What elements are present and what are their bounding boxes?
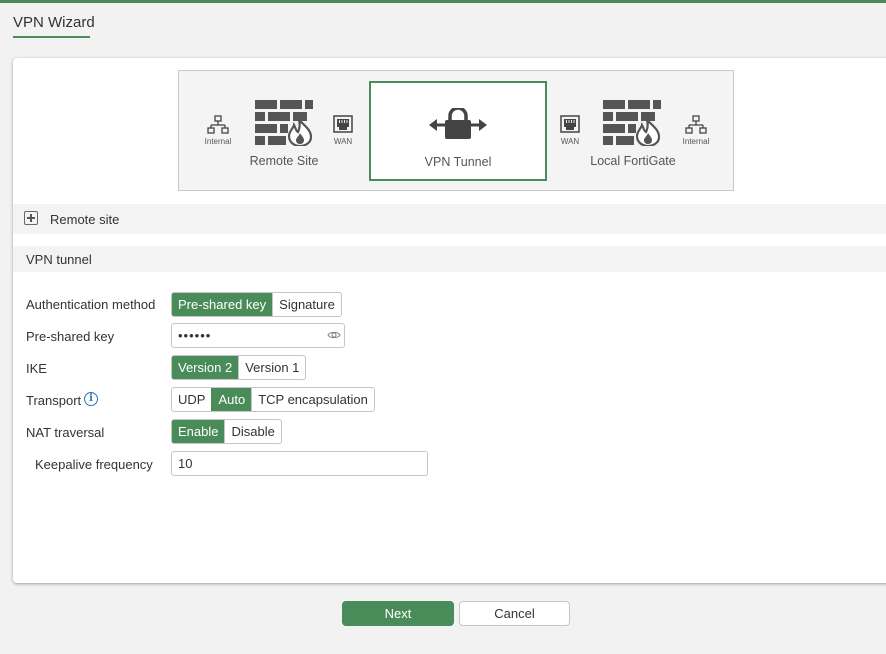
- nat-toggle: Enable Disable: [171, 419, 282, 444]
- psk-value: ••••••: [178, 328, 212, 343]
- vpn-tunnel-label: VPN Tunnel: [424, 155, 492, 169]
- auth-option-preshared[interactable]: Pre-shared key: [172, 293, 273, 316]
- firewall-icon: [603, 100, 661, 146]
- wan-label-right: WAN: [560, 137, 580, 146]
- title-underline: [13, 36, 90, 38]
- transport-toggle: UDP Auto TCP encapsulation: [171, 387, 375, 412]
- page-title: VPN Wizard: [13, 14, 95, 31]
- transport-option-tcp[interactable]: TCP encapsulation: [251, 388, 374, 411]
- remote-site-section-header[interactable]: [13, 204, 886, 234]
- ike-label: IKE: [26, 361, 47, 376]
- internal-label-right: Internal: [682, 137, 710, 146]
- auth-option-signature[interactable]: Signature: [272, 293, 341, 316]
- psk-label: Pre-shared key: [26, 329, 115, 344]
- vpn-tunnel-section-header: [13, 246, 886, 272]
- remote-site-label: Remote Site: [249, 154, 319, 168]
- keepalive-label: Keepalive frequency: [35, 457, 153, 472]
- transport-label: Transport: [26, 393, 82, 408]
- vpn-tunnel-node[interactable]: VPN Tunnel: [369, 81, 547, 181]
- lock-icon: [429, 108, 487, 139]
- info-icon[interactable]: i: [84, 392, 98, 406]
- auth-method-label: Authentication method: [26, 297, 156, 312]
- keepalive-input[interactable]: 10: [171, 451, 428, 476]
- internal-label-left: Internal: [204, 137, 232, 146]
- psk-input[interactable]: ••••••: [171, 323, 345, 348]
- keepalive-value: 10: [178, 456, 193, 471]
- nat-option-enable[interactable]: Enable: [172, 420, 225, 443]
- eye-icon[interactable]: [327, 330, 341, 340]
- network-icon: [207, 115, 229, 134]
- wan-label-left: WAN: [333, 137, 353, 146]
- next-button[interactable]: Next: [342, 601, 454, 626]
- vpn-tunnel-section-label: VPN tunnel: [26, 252, 92, 267]
- top-accent-bar: [0, 0, 886, 3]
- network-icon: [685, 115, 707, 134]
- nat-option-disable[interactable]: Disable: [224, 420, 280, 443]
- transport-option-auto[interactable]: Auto: [211, 388, 252, 411]
- wan-port-icon: [560, 115, 580, 133]
- remote-site-section-label: Remote site: [50, 212, 120, 227]
- ike-toggle: Version 2 Version 1: [171, 355, 307, 380]
- wan-port-icon: [333, 115, 353, 133]
- transport-option-udp[interactable]: UDP: [172, 388, 211, 411]
- auth-method-toggle: Pre-shared key Signature: [171, 292, 342, 317]
- local-fortigate-label: Local FortiGate: [590, 154, 676, 168]
- firewall-icon: [255, 100, 313, 146]
- ike-option-v2[interactable]: Version 2: [172, 356, 239, 379]
- topology-diagram: Internal Remote Site WAN VPN Tunnel WAN …: [178, 70, 734, 191]
- plus-icon[interactable]: [24, 211, 38, 225]
- nat-label: NAT traversal: [26, 425, 105, 440]
- cancel-button[interactable]: Cancel: [459, 601, 570, 626]
- ike-option-v1[interactable]: Version 1: [238, 356, 305, 379]
